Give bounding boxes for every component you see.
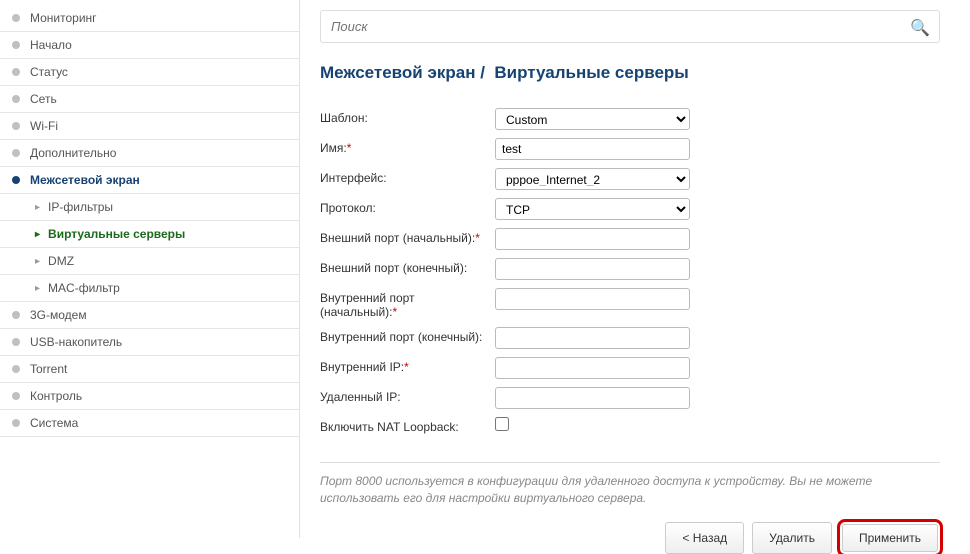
nav-label: Начало [30,38,72,52]
chevron-right-icon: ▸ [35,202,40,213]
label-name: Имя:* [320,138,495,155]
input-ext-port-start[interactable] [495,228,690,250]
chevron-right-icon: ▸ [35,283,40,294]
nav-firewall[interactable]: Межсетевой экран [0,167,299,194]
sub-label: Виртуальные серверы [48,227,185,241]
bullet-icon [12,14,20,22]
select-template[interactable]: Custom [495,108,690,130]
nav-label: USB-накопитель [30,335,122,349]
bullet-icon [12,41,20,49]
nav-system[interactable]: Система [0,410,299,437]
sub-mac-filter[interactable]: ▸ MAC-фильтр [0,275,299,302]
bullet-icon [12,338,20,346]
label-int-port-end: Внутренний порт (конечный): [320,327,495,344]
label-remote-ip: Удаленный IP: [320,387,495,404]
input-remote-ip[interactable] [495,387,690,409]
nav-network[interactable]: Сеть [0,86,299,113]
input-int-port-start[interactable] [495,288,690,310]
bullet-icon [12,95,20,103]
sub-dmz[interactable]: ▸ DMZ [0,248,299,275]
sub-label: MAC-фильтр [48,281,120,295]
bullet-icon [12,392,20,400]
input-ext-port-end[interactable] [495,258,690,280]
checkbox-nat-loopback[interactable] [495,417,509,431]
nav-label: Wi-Fi [30,119,58,133]
search-icon[interactable]: 🔍 [910,18,930,38]
nav-label: Статус [30,65,68,79]
bullet-icon [12,68,20,76]
bullet-icon [12,311,20,319]
nav-monitoring[interactable]: Мониторинг [0,5,299,32]
search-input[interactable] [320,10,940,43]
nav-label: Мониторинг [30,11,97,25]
nav-status[interactable]: Статус [0,59,299,86]
nav-advanced[interactable]: Дополнительно [0,140,299,167]
sidebar: Мониторинг Начало Статус Сеть Wi-Fi Допо… [0,0,300,538]
nav-label: 3G-модем [30,308,87,322]
nav-label: Torrent [30,362,67,376]
nav-label: Дополнительно [30,146,116,160]
nav-wifi[interactable]: Wi-Fi [0,113,299,140]
note-text: Порт 8000 используется в конфигурации дл… [320,462,940,507]
bullet-icon [12,176,20,184]
nav-control[interactable]: Контроль [0,383,299,410]
input-name[interactable] [495,138,690,160]
nav-3g-modem[interactable]: 3G-модем [0,302,299,329]
select-interface[interactable]: pppoe_Internet_2 [495,168,690,190]
input-int-ip[interactable] [495,357,690,379]
label-int-port-start: Внутренний порт (начальный):* [320,288,495,319]
breadcrumb-current: Виртуальные серверы [494,63,688,82]
bullet-icon [12,149,20,157]
page-title: Межсетевой экран / Виртуальные серверы [320,63,940,83]
label-protocol: Протокол: [320,198,495,215]
label-ext-port-end: Внешний порт (конечный): [320,258,495,275]
bullet-icon [12,122,20,130]
chevron-right-icon: ▸ [35,229,40,240]
nav-label: Контроль [30,389,82,403]
select-protocol[interactable]: TCP [495,198,690,220]
sub-label: IP-фильтры [48,200,113,214]
search-row: 🔍 [320,10,940,43]
label-int-ip: Внутренний IP:* [320,357,495,374]
label-template: Шаблон: [320,108,495,125]
nav-label: Сеть [30,92,57,106]
breadcrumb-parent: Межсетевой экран [320,63,475,82]
sub-label: DMZ [48,254,74,268]
nav-label: Система [30,416,78,430]
label-nat-loopback: Включить NAT Loopback: [320,417,495,434]
bullet-icon [12,365,20,373]
nav-usb-storage[interactable]: USB-накопитель [0,329,299,356]
bullet-icon [12,419,20,427]
sub-virtual-servers[interactable]: ▸ Виртуальные серверы [0,221,299,248]
nav-label: Межсетевой экран [30,173,140,187]
sub-ip-filters[interactable]: ▸ IP-фильтры [0,194,299,221]
input-int-port-end[interactable] [495,327,690,349]
label-ext-port-start: Внешний порт (начальный):* [320,228,495,245]
nav-torrent[interactable]: Torrent [0,356,299,383]
nav-start[interactable]: Начало [0,32,299,59]
label-interface: Интерфейс: [320,168,495,185]
chevron-right-icon: ▸ [35,256,40,267]
main-content: 🔍 Межсетевой экран / Виртуальные серверы… [300,0,970,538]
